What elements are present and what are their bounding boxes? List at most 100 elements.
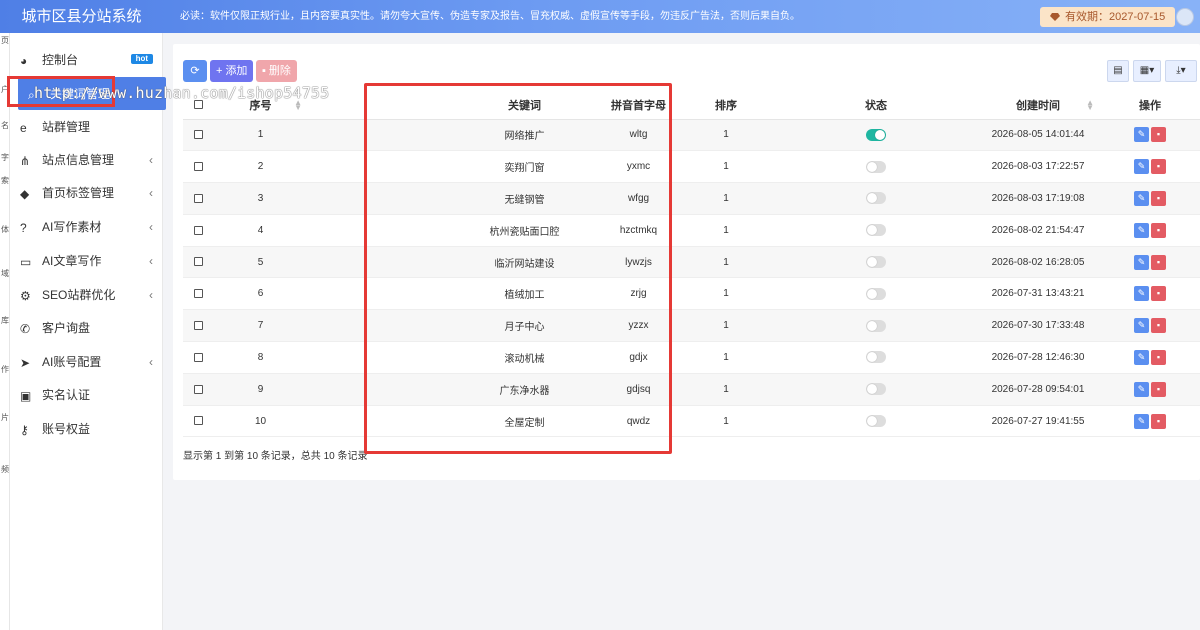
table-row[interactable]: 3 无缝钢管 wfgg 1 2026-08-03 17:19:08 ✎ ▪ bbox=[183, 182, 1200, 215]
status-toggle[interactable] bbox=[866, 319, 886, 332]
trash-icon[interactable]: ▪ bbox=[1151, 190, 1166, 206]
sidebar-item[interactable]: ⚙ SEO站群优化 ‹ bbox=[10, 278, 163, 311]
strip-item[interactable]: 字 bbox=[0, 153, 10, 162]
col-pinyin[interactable]: 拼音首字母 bbox=[601, 91, 676, 120]
strip-item[interactable]: 索 bbox=[0, 176, 10, 185]
row-select-cell[interactable] bbox=[183, 214, 213, 247]
row-select-cell[interactable] bbox=[183, 309, 213, 343]
edit-icon[interactable]: ✎ bbox=[1134, 286, 1149, 302]
row-select-cell[interactable] bbox=[183, 150, 213, 184]
table-row[interactable]: 10 全屋定制 qwdz 1 2026-07-27 19:41:55 ✎ ▪ bbox=[183, 405, 1200, 438]
sidebar-item[interactable]: ⌕ 关键词管理 bbox=[18, 77, 166, 110]
row-checkbox[interactable] bbox=[193, 289, 203, 299]
row-checkbox[interactable] bbox=[193, 193, 203, 203]
strip-item[interactable]: 户 bbox=[0, 85, 10, 94]
status-toggle[interactable] bbox=[866, 160, 886, 173]
col-keyword[interactable]: 关键词 bbox=[448, 91, 601, 120]
edit-icon[interactable]: ✎ bbox=[1134, 190, 1149, 206]
row-select-cell[interactable] bbox=[183, 246, 213, 279]
sidebar-item[interactable]: ⚷ 账号权益 bbox=[10, 412, 163, 445]
status-toggle[interactable] bbox=[866, 224, 886, 237]
trash-icon[interactable]: ▪ bbox=[1151, 318, 1166, 334]
avatar[interactable] bbox=[1176, 8, 1194, 26]
status-toggle[interactable] bbox=[866, 415, 886, 428]
strip-item[interactable]: 名 bbox=[0, 121, 10, 130]
row-select-cell[interactable] bbox=[183, 373, 213, 406]
row-select-cell[interactable] bbox=[183, 119, 213, 152]
status-toggle[interactable] bbox=[866, 256, 886, 269]
edit-icon[interactable]: ✎ bbox=[1134, 381, 1149, 397]
col-no[interactable]: 序号 ▲ ▼ bbox=[213, 91, 308, 120]
table-row[interactable]: 4 杭州瓷贴面口腔 hzctmkq 1 2026-08-02 21:54:47 ✎ ▪ bbox=[183, 214, 1200, 247]
sidebar-item[interactable]: ◆ 首页标签管理 ‹ bbox=[10, 176, 163, 209]
trash-icon[interactable]: ▪ bbox=[1151, 381, 1166, 397]
strip-item[interactable]: 体 bbox=[0, 225, 10, 234]
chevron-left-icon[interactable]: ‹ bbox=[149, 186, 153, 200]
sidebar-item[interactable]: ◕ 控制台 hot bbox=[10, 43, 163, 76]
row-checkbox[interactable] bbox=[193, 384, 203, 394]
sidebar-item[interactable]: ⋔ 站点信息管理 ‹ bbox=[10, 143, 163, 176]
strip-item[interactable]: 页 bbox=[0, 36, 10, 45]
row-checkbox[interactable] bbox=[193, 162, 203, 172]
col-sort[interactable]: 排序 bbox=[676, 91, 776, 120]
edit-icon[interactable]: ✎ bbox=[1134, 222, 1149, 238]
status-toggle[interactable] bbox=[866, 128, 886, 141]
edit-icon[interactable]: ✎ bbox=[1134, 318, 1149, 334]
trash-icon[interactable]: ▪ bbox=[1151, 159, 1166, 175]
strip-item[interactable]: 片 bbox=[0, 413, 10, 422]
table-row[interactable]: 9 广东净水器 gdjsq 1 2026-07-28 09:54:01 ✎ ▪ bbox=[183, 373, 1200, 406]
row-select-cell[interactable] bbox=[183, 405, 213, 438]
strip-item[interactable]: 频 bbox=[0, 465, 10, 474]
trash-icon[interactable]: ▪ bbox=[1151, 413, 1166, 429]
expiry-badge[interactable]: 有效期：2027-07-15 bbox=[1040, 7, 1176, 27]
trash-icon[interactable]: ▪ bbox=[1151, 127, 1166, 143]
chevron-left-icon[interactable]: ‹ bbox=[149, 288, 153, 302]
table-row[interactable]: 1 网络推广 wltg 1 2026-08-05 14:01:44 ✎ ▪ bbox=[183, 119, 1200, 152]
edit-icon[interactable]: ✎ bbox=[1134, 159, 1149, 175]
row-select-cell[interactable] bbox=[183, 182, 213, 215]
row-checkbox[interactable] bbox=[193, 257, 203, 267]
strip-item[interactable]: 域 bbox=[0, 269, 10, 278]
sort-icon[interactable]: ▲ ▼ bbox=[1086, 99, 1094, 112]
row-checkbox[interactable] bbox=[193, 225, 203, 235]
status-toggle[interactable] bbox=[866, 192, 886, 205]
card-view-button[interactable]: ▤ bbox=[1107, 60, 1129, 82]
edit-icon[interactable]: ✎ bbox=[1134, 349, 1149, 365]
row-checkbox[interactable] bbox=[193, 130, 203, 140]
status-toggle[interactable] bbox=[866, 351, 886, 364]
table-row[interactable]: 7 月子中心 yzzx 1 2026-07-30 17:33:48 ✎ ▪ bbox=[183, 309, 1200, 343]
delete-button[interactable]: ▪ 删除 bbox=[256, 60, 297, 82]
brand-title[interactable]: 城市区县分站系统 bbox=[0, 0, 163, 33]
table-row[interactable]: 2 奕翔门窗 yxmc 1 2026-08-03 17:22:57 ✎ ▪ bbox=[183, 150, 1200, 184]
edit-icon[interactable]: ✎ bbox=[1134, 254, 1149, 270]
sidebar-item[interactable]: e 站群管理 bbox=[10, 110, 163, 143]
status-toggle[interactable] bbox=[866, 287, 886, 300]
col-created[interactable]: 创建时间 ▲ ▼ bbox=[976, 91, 1100, 120]
row-checkbox[interactable] bbox=[193, 416, 203, 426]
table-row[interactable]: 8 滚动机械 gdjx 1 2026-07-28 12:46:30 ✎ ▪ bbox=[183, 341, 1200, 374]
add-button[interactable]: + 添加 bbox=[210, 60, 254, 82]
trash-icon[interactable]: ▪ bbox=[1151, 349, 1166, 365]
col-status[interactable]: 状态 bbox=[776, 91, 976, 120]
edit-icon[interactable]: ✎ bbox=[1134, 127, 1149, 143]
select-all-checkbox[interactable] bbox=[193, 100, 203, 110]
columns-button[interactable]: ▦▾ bbox=[1133, 60, 1161, 82]
export-button[interactable]: ⤓▾ bbox=[1165, 60, 1197, 82]
table-row[interactable]: 5 临沂网站建设 lywzjs 1 2026-08-02 16:28:05 ✎ ▪ bbox=[183, 246, 1200, 279]
row-checkbox[interactable] bbox=[193, 321, 203, 331]
sidebar-item[interactable]: ➤ AI账号配置 ‹ bbox=[10, 345, 163, 378]
row-select-cell[interactable] bbox=[183, 277, 213, 311]
strip-item[interactable]: 作 bbox=[0, 365, 10, 374]
sort-icon[interactable]: ▲ ▼ bbox=[294, 99, 302, 112]
row-select-cell[interactable] bbox=[183, 341, 213, 374]
select-all-header[interactable] bbox=[183, 91, 213, 120]
sidebar-item[interactable]: ▣ 实名认证 bbox=[10, 378, 163, 411]
trash-icon[interactable]: ▪ bbox=[1151, 286, 1166, 302]
status-toggle[interactable] bbox=[866, 383, 886, 396]
chevron-left-icon[interactable]: ‹ bbox=[149, 153, 153, 167]
table-row[interactable]: 6 植绒加工 zrjg 1 2026-07-31 13:43:21 ✎ ▪ bbox=[183, 277, 1200, 311]
sidebar-item[interactable]: ✆ 客户询盘 bbox=[10, 311, 163, 344]
sidebar-item[interactable]: ▭ AI文章写作 ‹ bbox=[10, 244, 163, 277]
sidebar-item[interactable]: ? AI写作素材 ‹ bbox=[10, 210, 163, 243]
row-checkbox[interactable] bbox=[193, 352, 203, 362]
